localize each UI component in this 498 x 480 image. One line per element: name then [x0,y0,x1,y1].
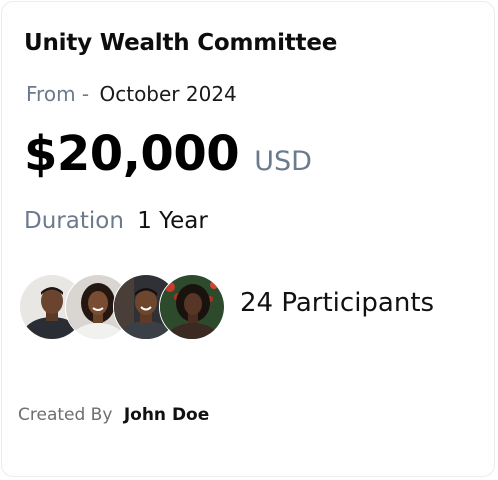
participants-count: 24 Participants [240,288,435,318]
start-date-value: October 2024 [99,82,237,106]
from-label: From - [26,82,90,106]
created-by-row: Created By John Doe [18,405,209,425]
amount-row: $20,000 USD [24,126,312,182]
duration-value: 1 Year [137,208,208,234]
avatar [159,274,225,340]
committee-title: Unity Wealth Committee [24,30,338,56]
currency-label: USD [254,146,312,177]
created-by-label: Created By [18,405,113,425]
creator-name[interactable]: John Doe [124,405,209,425]
duration-row: Duration 1 Year [24,208,208,234]
committee-card[interactable]: Unity Wealth Committee From - October 20… [1,1,495,477]
amount-value: $20,000 [24,126,240,182]
participant-avatars[interactable] [19,274,229,340]
duration-label: Duration [24,208,124,234]
start-date-row: From - October 2024 [26,82,237,106]
